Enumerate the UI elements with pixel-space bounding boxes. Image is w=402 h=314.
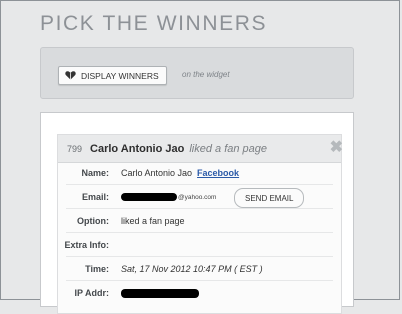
redacted-ip [121,288,199,298]
name-label: Name: [81,168,109,178]
time-value: Sat, 17 Nov 2012 10:47 PM ( EST ) [121,264,263,274]
name-row: Name: Carlo Antonio Jao Facebook [58,163,341,183]
toolbar: DISPLAY WINNERS on the widget [40,47,354,99]
page-title: PICK THE WINNERS [40,12,268,35]
row-divider [66,184,333,185]
option-label: Option: [77,216,109,226]
entry-name: Carlo Antonio Jao [90,142,185,155]
display-winners-button[interactable]: DISPLAY WINNERS [58,66,167,85]
row-divider [66,280,333,281]
toolbar-hint: on the widget [182,70,230,79]
option-value: liked a fan page [121,216,185,226]
send-email-button[interactable]: SEND EMAIL [234,188,305,208]
time-row: Time: Sat, 17 Nov 2012 10:47 PM ( EST ) [58,259,341,279]
email-row: Email: @yahoo.com SEND EMAIL [58,187,341,208]
row-divider [66,232,333,233]
row-divider [66,256,333,257]
entry-header: 799 Carlo Antonio Jao liked a fan page ✖ [58,135,343,163]
winner-entry-card: 799 Carlo Antonio Jao liked a fan page ✖… [57,134,343,314]
ip-row: IP Addr: [58,283,341,303]
option-row: Option: liked a fan page [58,211,341,231]
entry-action: liked a fan page [189,142,268,155]
extra-info-row: Extra Info: [58,235,341,255]
name-value: Carlo Antonio Jao [121,168,193,178]
facebook-link[interactable]: Facebook [197,168,239,178]
heart-icon [65,71,76,80]
time-label: Time: [85,264,109,274]
close-icon[interactable]: ✖ [330,140,343,156]
winners-panel: 799 Carlo Antonio Jao liked a fan page ✖… [40,112,354,314]
ip-label: IP Addr: [74,288,109,298]
email-domain: @yahoo.com [178,193,217,201]
row-divider [66,208,333,209]
email-label: Email: [81,192,109,202]
extra-info-label: Extra Info: [64,240,109,250]
redacted-email [121,193,177,201]
entry-number: 799 [67,143,83,154]
display-winners-label: DISPLAY WINNERS [81,70,159,81]
